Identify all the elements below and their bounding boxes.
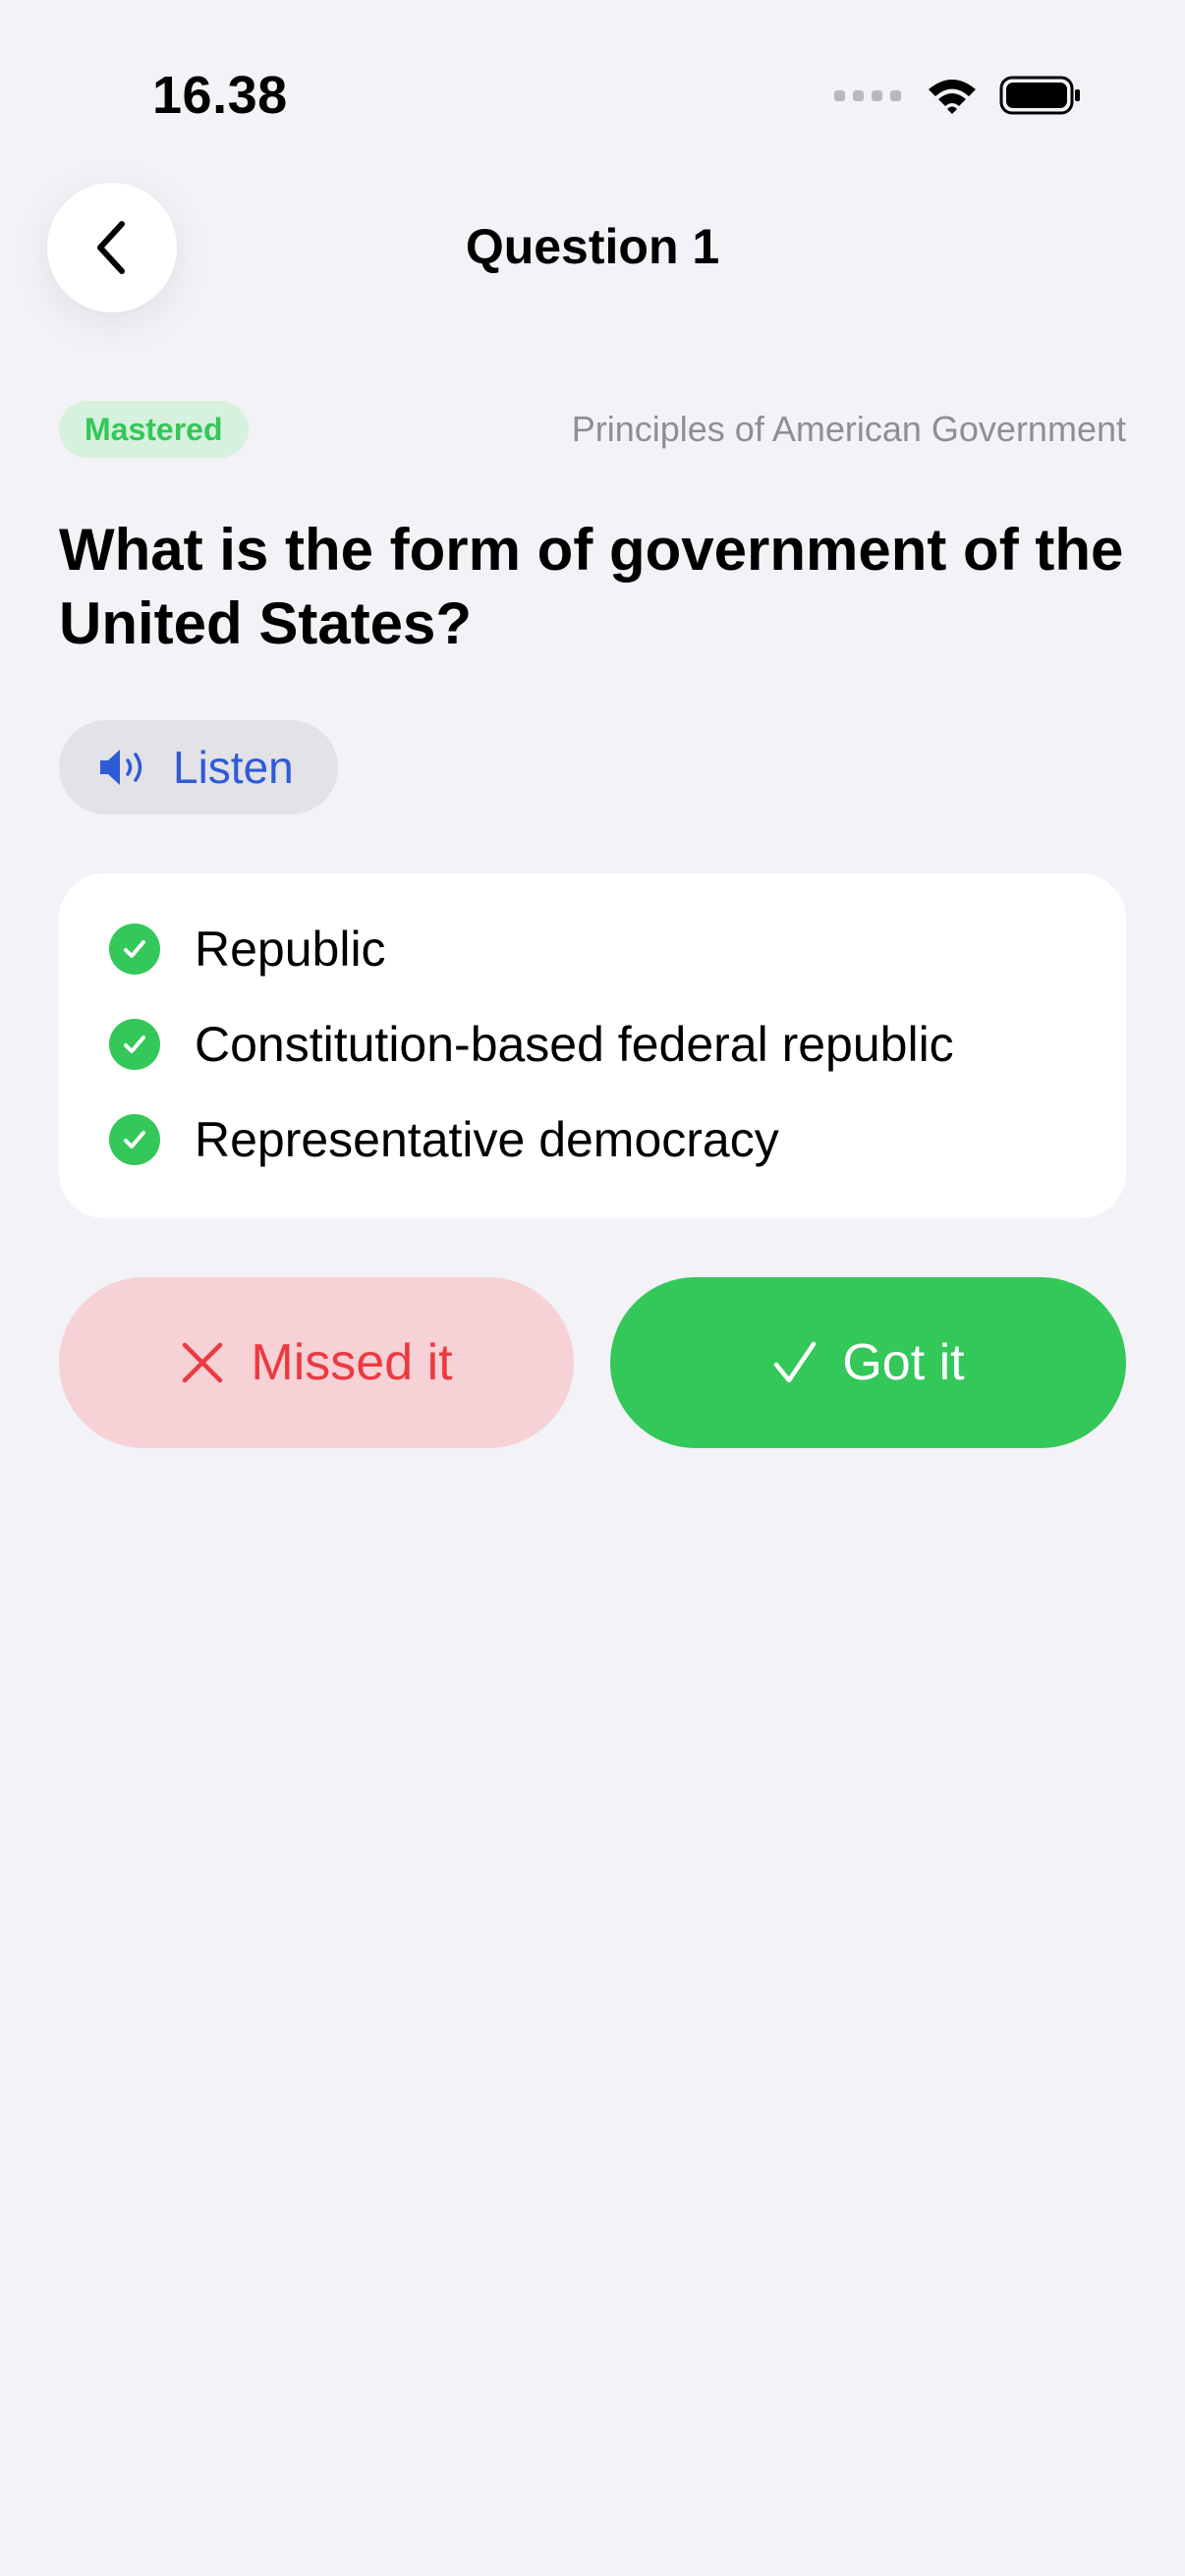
status-icons xyxy=(834,71,1082,120)
listen-label: Listen xyxy=(173,742,294,793)
answer-text: Constitution-based federal republic xyxy=(195,1016,954,1072)
x-icon xyxy=(183,1342,223,1383)
got-it-button[interactable]: Got it xyxy=(610,1277,1126,1448)
missed-it-label: Missed it xyxy=(251,1334,453,1391)
checkmark-circle-icon xyxy=(109,1018,160,1070)
speaker-icon xyxy=(100,750,142,785)
answers-card: Republic Constitution-based federal repu… xyxy=(59,873,1126,1218)
wifi-icon xyxy=(929,80,976,114)
status-badge: Mastered xyxy=(59,401,249,458)
missed-it-button[interactable]: Missed it xyxy=(59,1277,574,1448)
answer-text: Representative democracy xyxy=(195,1111,779,1167)
question-text: What is the form of government of the Un… xyxy=(59,517,1124,656)
got-it-label: Got it xyxy=(842,1334,965,1391)
checkmark-icon xyxy=(774,1341,817,1383)
page-title: Question 1 xyxy=(465,219,720,274)
answer-item: Representative democracy xyxy=(59,1092,1126,1187)
answer-item: Republic xyxy=(59,901,1126,996)
answer-item: Constitution-based federal republic xyxy=(59,996,1126,1092)
signal-dots-icon xyxy=(834,89,901,101)
battery-icon xyxy=(999,76,1080,115)
category-label: Principles of American Government xyxy=(571,409,1126,449)
status-time: 16.38 xyxy=(152,66,288,125)
checkmark-circle-icon xyxy=(109,923,160,975)
answer-text: Republic xyxy=(195,921,386,977)
listen-button[interactable]: Listen xyxy=(59,720,338,814)
checkmark-circle-icon xyxy=(109,1113,160,1165)
